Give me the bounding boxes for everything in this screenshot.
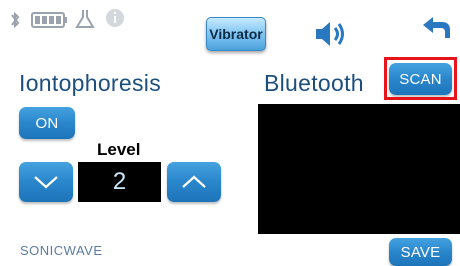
save-button[interactable]: SAVE — [389, 238, 452, 266]
bluetooth-icon — [11, 11, 20, 29]
level-label: Level — [97, 140, 141, 159]
level-value: 2 — [112, 168, 127, 195]
back-arrow-icon[interactable] — [421, 14, 451, 42]
level-up-button[interactable] — [167, 162, 221, 202]
vibrator-label: Vibrator — [209, 26, 263, 42]
scan-highlight-box — [384, 57, 457, 100]
iontophoresis-title: Iontophoresis — [19, 70, 161, 96]
vibrator-button[interactable]: Vibrator — [206, 17, 266, 51]
info-icon — [106, 9, 124, 27]
on-button[interactable]: ON — [19, 107, 75, 139]
speaker-icon[interactable] — [314, 18, 348, 50]
bluetooth-device-list[interactable] — [258, 104, 460, 234]
bluetooth-title: Bluetooth — [264, 70, 364, 96]
on-label: ON — [35, 114, 59, 132]
flask-icon — [75, 10, 95, 28]
chevron-up-icon — [182, 175, 206, 188]
level-down-button[interactable] — [19, 162, 73, 202]
save-label: SAVE — [400, 243, 441, 261]
battery-icon — [31, 12, 67, 28]
level-value-display: 2 — [78, 162, 161, 202]
chevron-down-icon — [34, 176, 58, 189]
sonicwave-logo: SONICWAVE — [20, 243, 103, 258]
